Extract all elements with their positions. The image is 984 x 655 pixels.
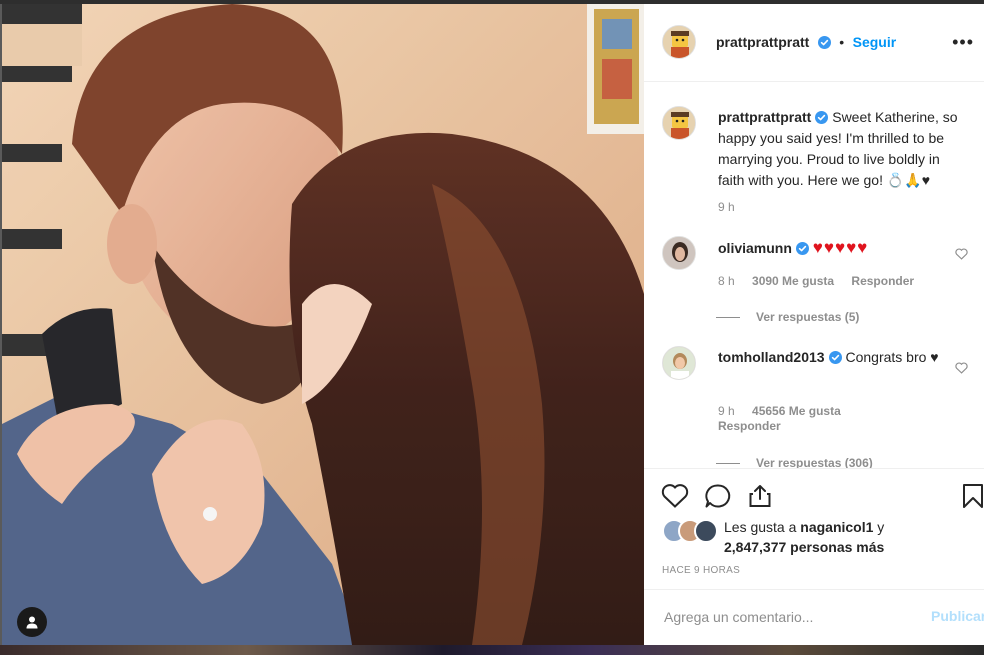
comment-time[interactable]: 9 h — [718, 404, 735, 418]
post-actions: Les gusta a naganicol1 y 2,847,377 perso… — [644, 468, 984, 644]
add-comment-input[interactable] — [662, 604, 906, 630]
view-replies-button[interactable]: Ver respuestas (306) — [716, 456, 873, 468]
user-icon — [26, 616, 38, 629]
likes-summary: Les gusta a naganicol1 y 2,847,377 perso… — [724, 517, 884, 557]
verified-badge-icon — [817, 36, 831, 49]
comment-like-icon[interactable] — [955, 362, 968, 374]
publish-button[interactable]: Publicar — [931, 608, 984, 624]
post-image — [2, 4, 644, 645]
comment-likes[interactable]: 3090 Me gusta — [752, 274, 834, 288]
lego-avatar-icon — [663, 107, 695, 139]
reply-button[interactable]: Responder — [851, 274, 914, 288]
likes-suffix: y — [873, 519, 885, 535]
comments-list[interactable]: prattprattpratt Sweet Katherine, so happ… — [644, 82, 984, 468]
feed-bottom-strip — [0, 645, 984, 655]
author-username[interactable]: prattprattpratt — [716, 34, 809, 50]
comment-bubble-icon[interactable] — [704, 483, 732, 509]
replies-line — [716, 317, 740, 319]
caption-avatar[interactable] — [662, 106, 696, 140]
comment-meta-line2: Responder — [718, 419, 795, 433]
caption-time[interactable]: 9 h — [718, 200, 735, 214]
comment-text-block: tomholland2013 Congrats bro ♥ — [718, 347, 970, 368]
verified-badge-icon — [795, 242, 809, 255]
likes-others[interactable]: 2,847,377 personas más — [724, 539, 884, 555]
comment-meta: 8 h 3090 Me gusta Responder — [718, 274, 928, 288]
comment-username[interactable]: tomholland2013 — [718, 349, 825, 365]
view-replies-label: Ver respuestas (306) — [756, 456, 873, 468]
comment-text: ♥♥♥♥♥ — [812, 238, 869, 257]
reply-button[interactable]: Responder — [718, 419, 781, 433]
comment-avatar[interactable] — [662, 236, 696, 270]
comment-likes[interactable]: 45656 Me gusta — [752, 404, 841, 418]
view-replies-label: Ver respuestas (5) — [756, 310, 860, 324]
bookmark-icon[interactable] — [962, 483, 984, 509]
view-replies-button[interactable]: Ver respuestas (5) — [716, 310, 859, 324]
post-photo[interactable] — [2, 4, 644, 645]
comment-text-block: oliviamunn ♥♥♥♥♥ — [718, 237, 970, 259]
profile-photo-icon — [663, 237, 695, 269]
comment-text: Congrats bro ♥ — [845, 349, 939, 365]
comment-username[interactable]: oliviamunn — [718, 240, 792, 256]
caption-meta: 9 h — [718, 200, 749, 214]
comment-avatar[interactable] — [662, 346, 696, 380]
likes-prefix: Les gusta a — [724, 519, 801, 535]
comment-time[interactable]: 8 h — [718, 274, 735, 288]
profile-photo-icon — [663, 347, 695, 379]
more-options-button[interactable]: ••• — [952, 32, 974, 53]
post-side-panel: prattprattpratt • Seguir ••• prattprattp… — [644, 4, 984, 645]
share-icon[interactable] — [747, 483, 773, 509]
like-heart-icon[interactable] — [661, 483, 689, 509]
verified-badge-icon — [815, 111, 829, 124]
caption-username[interactable]: prattprattpratt — [718, 109, 811, 125]
post-header: prattprattpratt • Seguir ••• — [644, 4, 984, 82]
liker-username[interactable]: naganicol1 — [800, 519, 873, 535]
separator-dot: • — [839, 34, 845, 50]
author-line: prattprattpratt • Seguir — [716, 34, 896, 52]
verified-badge-icon — [828, 351, 842, 364]
lego-avatar-icon — [663, 26, 695, 58]
post-time-ago[interactable]: HACE 9 HORAS — [662, 565, 740, 576]
comment-like-icon[interactable] — [955, 248, 968, 260]
caption-text-block: prattprattpratt Sweet Katherine, so happ… — [718, 107, 970, 191]
liker-avatar[interactable] — [694, 519, 718, 543]
follow-button[interactable]: Seguir — [853, 34, 897, 50]
comment-meta: 9 h 45656 Me gusta — [718, 404, 855, 418]
add-comment-bar: Publicar — [644, 589, 984, 645]
tagged-user-button[interactable] — [17, 607, 47, 637]
replies-line — [716, 463, 740, 465]
author-avatar[interactable] — [662, 25, 696, 59]
